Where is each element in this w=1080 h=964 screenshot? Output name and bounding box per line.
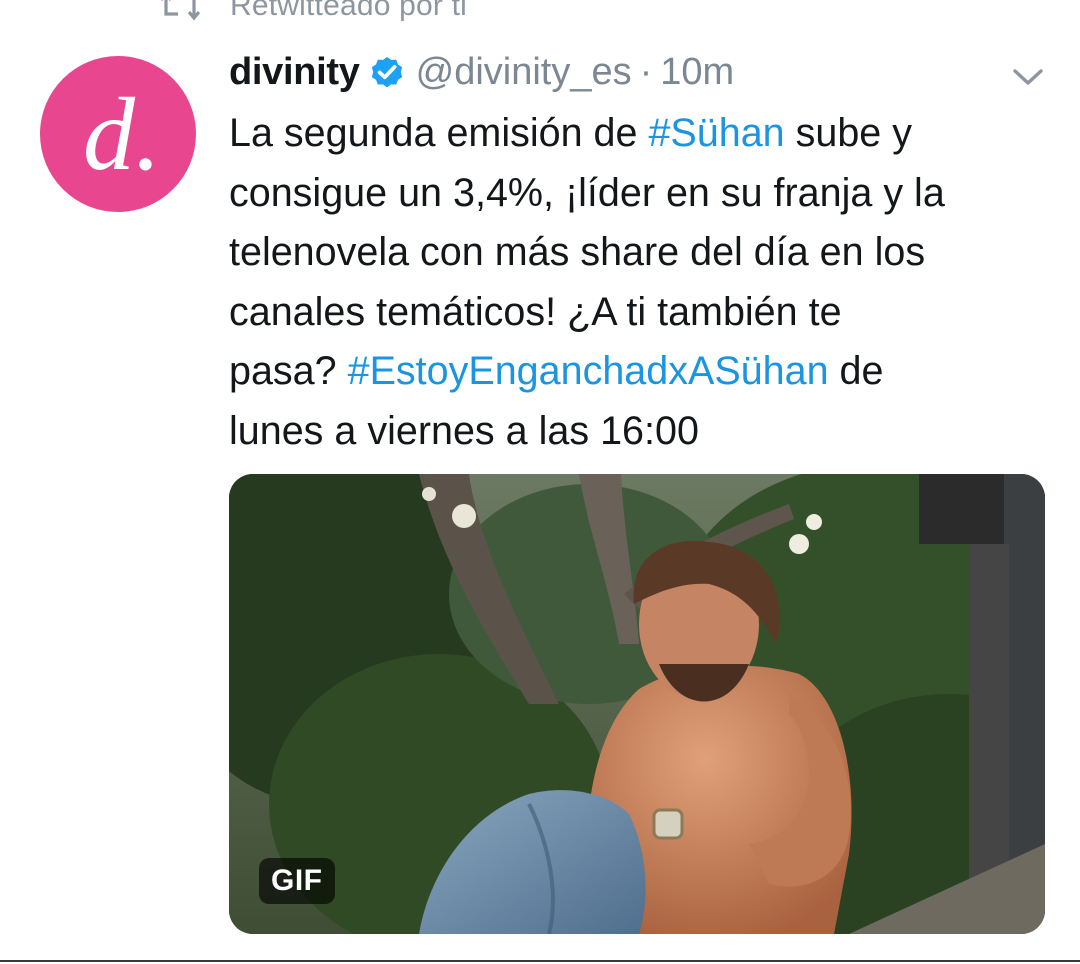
tweet-page: Retwitteado por ti d. divinity @divinity… xyxy=(0,0,1080,964)
hashtag-link[interactable]: #Sühan xyxy=(648,111,784,155)
gif-badge: GIF xyxy=(259,858,335,904)
tweet-text-segment: La segunda emisión de xyxy=(229,111,649,155)
user-handle[interactable]: @divinity_es xyxy=(416,51,632,94)
avatar-logo-text: d. xyxy=(83,77,161,192)
retweet-label: Retwitteado por ti xyxy=(230,0,468,22)
divider xyxy=(0,960,1080,962)
tweet-timestamp[interactable]: 10m xyxy=(660,51,734,94)
tweet-text-segment: pasa? xyxy=(229,349,348,393)
tweet-text-line: La segunda emisión de #Sühan sube y xyxy=(229,104,1039,164)
tweet-text-line: consigue un 3,4%, ¡líder en su franja y … xyxy=(229,164,1039,224)
chevron-down-icon[interactable] xyxy=(1010,62,1046,92)
header-separator: · xyxy=(639,50,653,93)
tweet-text-segment: canales temáticos! ¿A ti también te xyxy=(229,289,842,334)
tweet-text-line: canales temáticos! ¿A ti también te xyxy=(229,283,1039,343)
tweet-text-line: lunes a viernes a las 16:00 xyxy=(229,402,1039,462)
retweet-header[interactable]: Retwitteado por ti xyxy=(160,0,467,26)
tweet-header: divinity @divinity_es · 10m xyxy=(229,48,734,96)
retweet-icon xyxy=(161,0,200,21)
verified-badge-icon xyxy=(371,56,402,88)
hashtag-link[interactable]: #EstoyEnganchadxASühan xyxy=(348,349,829,393)
tweet-text-segment: sube y xyxy=(784,111,912,155)
display-name[interactable]: divinity xyxy=(229,51,360,94)
tweet-media-gif[interactable]: GIF xyxy=(229,474,1045,934)
tweet-text-segment: consigue un 3,4%, ¡líder en su franja y … xyxy=(229,170,945,215)
tweet-text-line: pasa? #EstoyEnganchadxASühan de xyxy=(229,342,1039,402)
tweet-text-segment: de xyxy=(828,349,884,393)
tweet-text-segment: telenovela con más share del día en los xyxy=(229,230,926,274)
tweet-text: La segunda emisión de #Sühan sube y consi… xyxy=(229,104,1039,461)
gif-thumbnail xyxy=(229,474,1045,934)
tweet-text-segment: lunes a viernes a las 16:00 xyxy=(229,408,699,453)
tweet-text-line: telenovela con más share del día en los xyxy=(229,223,1039,283)
avatar[interactable]: d. xyxy=(40,56,196,212)
